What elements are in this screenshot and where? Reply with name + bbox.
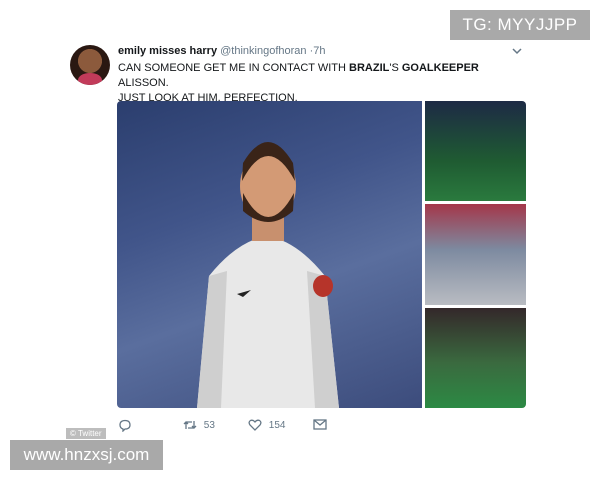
- photo-thumb-1[interactable]: [425, 101, 526, 201]
- source-credit: © Twitter: [66, 428, 106, 439]
- watermark-top: TG: MYYJJPP: [450, 10, 590, 40]
- tweet-text-part: ALISSON.: [118, 77, 169, 89]
- heart-icon: [248, 419, 262, 431]
- display-name[interactable]: emily misses harry: [118, 45, 217, 57]
- retweet-count: 53: [203, 419, 215, 431]
- tweet-text-bold: BRAZIL: [349, 62, 390, 74]
- photo-thumb-3[interactable]: [425, 308, 526, 408]
- retweet-button[interactable]: 53: [183, 419, 215, 431]
- message-button[interactable]: [313, 419, 327, 430]
- like-count: 154: [268, 419, 286, 431]
- chevron-down-icon[interactable]: [512, 44, 522, 58]
- photo-main[interactable]: [117, 101, 422, 408]
- tweet-text-bold: GOALKEEPER: [401, 62, 479, 74]
- reply-icon: [119, 419, 131, 433]
- tweet-text: CAN SOMEONE GET ME IN CONTACT WITH BRAZI…: [118, 61, 518, 106]
- tweet-text-part: 'S: [389, 62, 402, 74]
- reply-button[interactable]: [118, 419, 132, 433]
- watermark-bottom: www.hnzxsj.com: [10, 440, 163, 470]
- tweet-text-part: CAN SOMEONE GET ME IN CONTACT WITH: [118, 62, 350, 74]
- avatar[interactable]: [70, 45, 110, 85]
- like-button[interactable]: 154: [248, 419, 285, 431]
- tweet-header: emily misses harry @thinkingofhoran ·7h: [118, 45, 326, 57]
- tweet-media[interactable]: [117, 101, 526, 408]
- message-icon: [313, 419, 327, 430]
- photo-thumb-2[interactable]: [425, 204, 526, 305]
- goalkeeper-figure: [197, 142, 339, 408]
- retweet-icon: [183, 421, 197, 429]
- user-handle[interactable]: @thinkingofhoran: [220, 45, 306, 57]
- tweet-time[interactable]: ·7h: [310, 45, 326, 57]
